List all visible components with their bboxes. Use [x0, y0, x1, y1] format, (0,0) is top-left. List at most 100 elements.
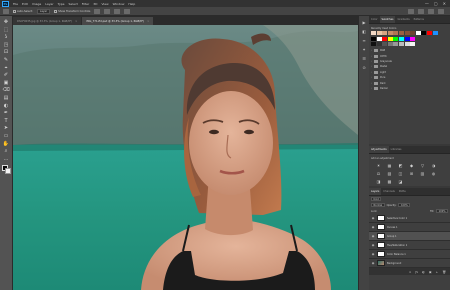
adjustment-icon[interactable]: ⊞: [408, 171, 415, 176]
color-swatches[interactable]: [1, 165, 11, 175]
move-tool-preset-icon[interactable]: [3, 8, 9, 14]
color-swatch[interactable]: [393, 37, 399, 41]
navigator-icon[interactable]: ⊙: [361, 65, 367, 70]
lasso-tool-icon[interactable]: ʖ: [3, 34, 10, 40]
maximize-button[interactable]: ▢: [434, 1, 438, 6]
color-swatch[interactable]: [376, 37, 382, 41]
kind-filter-dropdown[interactable]: Kind: [371, 196, 382, 202]
color-swatch[interactable]: [410, 37, 416, 41]
menu-view[interactable]: View: [99, 2, 110, 6]
menu-layer[interactable]: Layer: [43, 2, 55, 6]
color-swatch[interactable]: [393, 42, 399, 46]
color-swatch[interactable]: [426, 31, 432, 35]
close-window-button[interactable]: ✕: [443, 1, 446, 6]
eye-icon[interactable]: ◉: [371, 252, 375, 256]
distribute-icon[interactable]: [124, 8, 131, 14]
blend-mode-dropdown[interactable]: Normal: [371, 202, 385, 208]
menu-help[interactable]: Help: [126, 2, 137, 6]
color-swatch[interactable]: [382, 37, 388, 41]
close-tab-icon[interactable]: ×: [147, 20, 149, 23]
tab-paths[interactable]: Paths: [397, 188, 408, 195]
tab-swatches[interactable]: Swatches: [379, 16, 396, 23]
color-swatch[interactable]: [404, 42, 410, 46]
adjustment-icon[interactable]: ◆: [408, 163, 415, 168]
brush-settings-icon[interactable]: ✦: [361, 47, 367, 52]
color-swatch[interactable]: [404, 37, 410, 41]
adjustment-icon[interactable]: ▩: [386, 179, 393, 184]
pen-tool-icon[interactable]: ✒: [3, 110, 10, 116]
quick-select-tool-icon[interactable]: ◳: [3, 42, 10, 48]
menu-filter[interactable]: Filter: [80, 2, 91, 6]
color-swatch[interactable]: [404, 31, 410, 35]
clone-stamp-tool-icon[interactable]: ▣: [3, 80, 10, 86]
color-swatch[interactable]: [421, 31, 427, 35]
layer-row[interactable]: ◉ Selective Color 1: [369, 214, 450, 223]
align-center-icon[interactable]: [104, 8, 111, 14]
tab-gradients[interactable]: Gradients: [395, 16, 411, 23]
adjustment-icon[interactable]: ▦: [386, 163, 393, 168]
color-swatch[interactable]: [398, 42, 404, 46]
color-swatch[interactable]: [371, 42, 376, 46]
eye-icon[interactable]: ◉: [371, 216, 375, 220]
color-swatch[interactable]: [382, 31, 388, 35]
menu-image[interactable]: Image: [30, 2, 43, 6]
gradient-tool-icon[interactable]: ▤: [3, 95, 10, 101]
play-actions-icon[interactable]: ▶: [361, 20, 367, 25]
layer-row[interactable]: ◉ Hue/Saturation 1: [369, 241, 450, 250]
menu-type[interactable]: Type: [56, 2, 67, 6]
color-swatch[interactable]: [371, 31, 376, 35]
new-layer-icon[interactable]: +: [436, 270, 439, 274]
opacity-field[interactable]: 100%: [398, 202, 411, 208]
color-swatch[interactable]: [398, 31, 404, 35]
eye-icon[interactable]: ◉: [371, 234, 375, 238]
tab-color[interactable]: Color: [369, 16, 380, 23]
color-swatch[interactable]: [415, 31, 421, 35]
adjustment-icon[interactable]: ◫: [397, 171, 404, 176]
eraser-tool-icon[interactable]: ⌫: [3, 87, 10, 93]
color-swatch[interactable]: [393, 31, 399, 35]
mask-icon[interactable]: ▣: [429, 270, 432, 274]
show-transform-checkbox[interactable]: Show Transform Controls: [54, 9, 90, 13]
tab-patterns[interactable]: Patterns: [412, 16, 426, 23]
tab-layers[interactable]: Layers: [369, 188, 382, 195]
tab-adjustments[interactable]: Adjustments: [369, 146, 389, 153]
color-swatch[interactable]: [376, 31, 382, 35]
layer-row[interactable]: ◉ Background: [369, 259, 450, 268]
tab-channels[interactable]: Channels: [381, 188, 397, 195]
adjustment-icon[interactable]: ▧: [386, 171, 393, 176]
auto-select-dropdown[interactable]: Layer: [36, 8, 51, 14]
eye-icon[interactable]: ◉: [371, 261, 375, 265]
adjustment-icon[interactable]: ◍: [430, 171, 437, 176]
color-swatch[interactable]: [387, 37, 393, 41]
color-swatch[interactable]: [410, 31, 416, 35]
trash-icon[interactable]: 🗑: [442, 270, 446, 274]
adjustment-icon[interactable]: ◨: [375, 179, 382, 184]
crop-tool-icon[interactable]: ⊡: [3, 49, 10, 55]
history-icon[interactable]: ☰: [361, 56, 367, 61]
fill-field[interactable]: 100%: [436, 208, 448, 214]
menu-file[interactable]: File: [11, 2, 20, 6]
more-tools-icon[interactable]: …: [3, 156, 10, 162]
color-swatch[interactable]: [387, 31, 393, 35]
workspace-icon[interactable]: [428, 8, 434, 14]
align-right-icon[interactable]: [114, 8, 121, 14]
menu-edit[interactable]: Edit: [20, 2, 30, 6]
properties-icon[interactable]: ◧: [361, 29, 367, 34]
marquee-tool-icon[interactable]: ⬚: [3, 27, 10, 33]
adjustment-layer-icon[interactable]: ◐: [422, 270, 425, 274]
search-icon[interactable]: [418, 8, 424, 14]
color-swatch[interactable]: [387, 42, 393, 46]
adjustment-icon[interactable]: ◪: [397, 179, 404, 184]
layer-row[interactable]: ◉ Group 1: [369, 232, 450, 241]
tab-document-2[interactable]: IMG_771-Ed.psd @ 33.3% (Group 1, RGB/8*)…: [82, 17, 154, 25]
close-tab-icon[interactable]: ×: [75, 20, 77, 23]
adjustment-icon[interactable]: ☀: [375, 163, 382, 168]
eye-icon[interactable]: ◉: [371, 243, 375, 247]
align-left-icon[interactable]: [94, 8, 101, 14]
auto-select-checkbox[interactable]: Auto-Select:: [13, 9, 33, 13]
color-swatch[interactable]: [382, 42, 388, 46]
paragraph-icon[interactable]: ≡: [361, 38, 367, 43]
color-swatch[interactable]: [398, 37, 404, 41]
adjustment-icon[interactable]: ◩: [397, 163, 404, 168]
adjustment-icon[interactable]: ⚖: [375, 171, 382, 176]
